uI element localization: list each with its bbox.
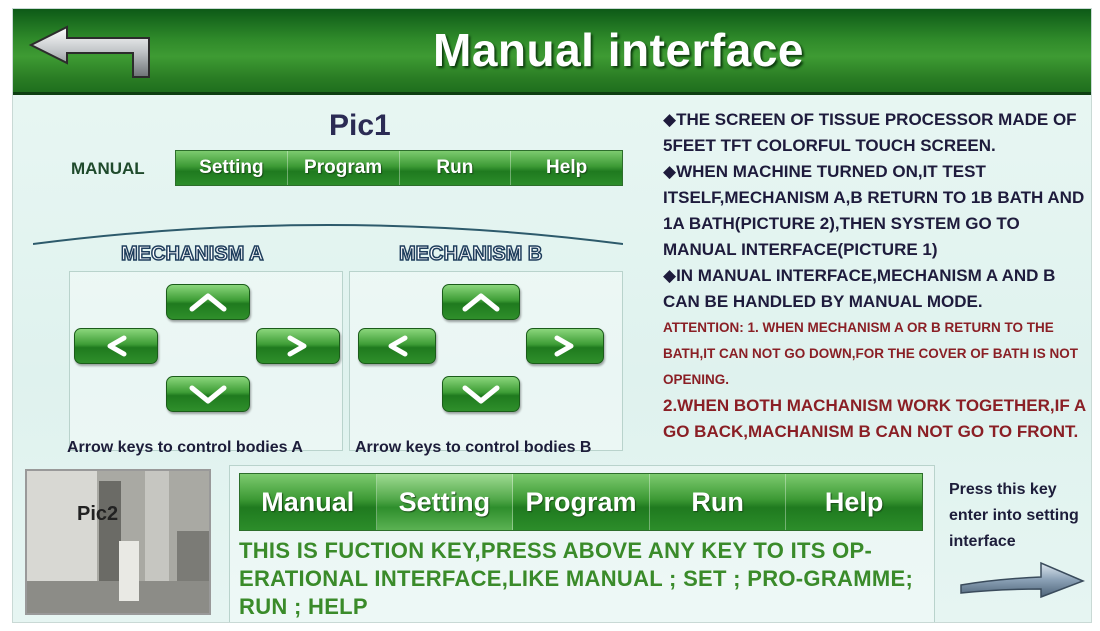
info-paragraph-1: ◆THE SCREEN OF TISSUE PROCESSOR MADE OF … bbox=[663, 110, 1077, 155]
mechanism-b-caption: Arrow keys to control bodies B bbox=[355, 439, 592, 456]
tab-setting[interactable]: Setting bbox=[176, 151, 288, 185]
back-button[interactable] bbox=[27, 25, 157, 79]
tab-program[interactable]: Program bbox=[288, 151, 400, 185]
mechanism-a-title: MECHANISM A bbox=[120, 242, 264, 266]
left-arrow-icon bbox=[388, 335, 408, 357]
function-tab-setting[interactable]: Setting bbox=[376, 474, 514, 530]
function-tab-manual[interactable]: Manual bbox=[240, 474, 377, 530]
tab-run[interactable]: Run bbox=[400, 151, 512, 185]
manual-mode-label: MANUAL bbox=[71, 159, 145, 178]
mechanism-b-right-button[interactable] bbox=[526, 328, 604, 364]
mechanism-b-left-button[interactable] bbox=[358, 328, 436, 364]
info-paragraph-3: ◆IN MANUAL INTERFACE,MECHANISM A AND B C… bbox=[663, 266, 1056, 311]
mechanism-a-down-button[interactable] bbox=[166, 376, 250, 412]
right-arrow-icon bbox=[554, 335, 574, 357]
pic2-label: Pic2 bbox=[77, 503, 119, 525]
mechanism-a-up-button[interactable] bbox=[166, 284, 250, 320]
mechanism-b-up-button[interactable] bbox=[442, 284, 520, 320]
mechanism-a-left-button[interactable] bbox=[74, 328, 158, 364]
info-text-block: ◆THE SCREEN OF TISSUE PROCESSOR MADE OF … bbox=[663, 107, 1091, 445]
function-tab-program[interactable]: Program bbox=[513, 474, 650, 530]
function-key-description: THIS IS FUCTION KEY,PRESS ABOVE ANY KEY … bbox=[239, 538, 914, 619]
up-arrow-icon bbox=[462, 293, 500, 312]
function-tab-help[interactable]: Help bbox=[786, 474, 922, 530]
mechanism-a-caption: Arrow keys to control bodies A bbox=[67, 439, 303, 456]
tab-help[interactable]: Help bbox=[511, 151, 622, 185]
mechanism-a-right-button[interactable] bbox=[256, 328, 340, 364]
tissue-processor-screen: Manual interface Pic1 MANUAL Setting Pro… bbox=[12, 8, 1092, 623]
machine-photo-image bbox=[27, 471, 209, 613]
pic2-photo: Pic2 bbox=[25, 469, 211, 615]
down-arrow-icon bbox=[462, 385, 500, 404]
page-title: Manual interface bbox=[433, 24, 804, 76]
mechanism-b-title: MECHANISM B bbox=[398, 242, 543, 266]
mechanism-b-pad bbox=[349, 271, 623, 451]
pic1-label: Pic1 bbox=[329, 109, 391, 142]
header-bar: Manual interface bbox=[13, 9, 1091, 95]
left-arrow-icon bbox=[107, 335, 127, 357]
right-arrow-icon bbox=[287, 335, 307, 357]
down-arrow-icon bbox=[189, 385, 227, 404]
function-tab-run[interactable]: Run bbox=[650, 474, 787, 530]
back-arrow-icon bbox=[28, 25, 150, 78]
mechanism-a-pad bbox=[69, 271, 343, 451]
info-paragraph-2: ◆WHEN MACHINE TURNED ON,IT TEST ITSELF,M… bbox=[663, 162, 1085, 259]
up-arrow-icon bbox=[189, 293, 227, 312]
attention-note-2: 2.WHEN BOTH MACHANISM WORK TOGETHER,IF A… bbox=[663, 396, 1086, 441]
mechanism-b-down-button[interactable] bbox=[442, 376, 520, 412]
function-key-bar: Manual Setting Program Run Help bbox=[239, 473, 923, 531]
press-key-note: Press this key enter into setting interf… bbox=[949, 481, 1079, 550]
attention-note-1: ATTENTION: 1. WHEN MECHANISM A OR B RETU… bbox=[663, 320, 1078, 387]
right-pointing-arrow-icon bbox=[960, 561, 1085, 599]
pic1-tab-bar: Setting Program Run Help bbox=[175, 150, 623, 186]
